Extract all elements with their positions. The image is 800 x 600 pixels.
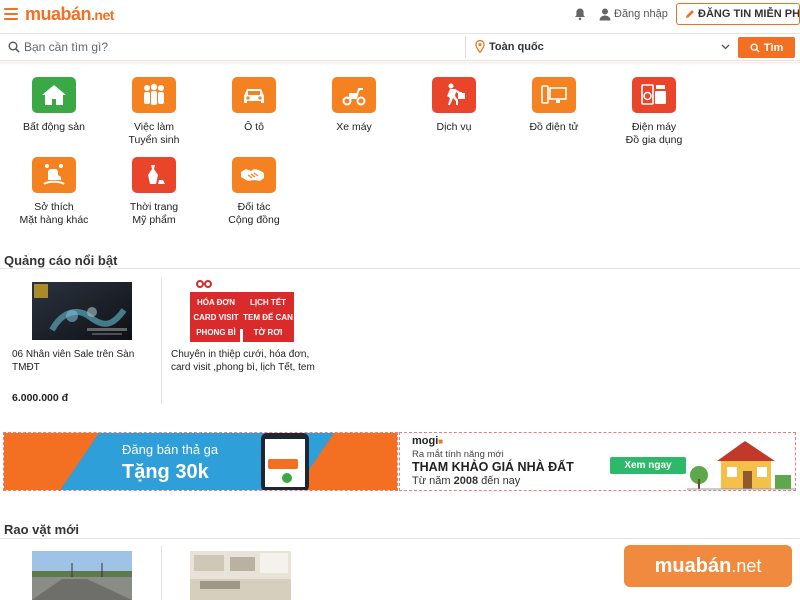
ad-price: 6.000.000 đ [12,392,69,404]
ad-img-text: TỜ RƠI [254,328,283,337]
listing-thumbnail [190,551,291,600]
car-icon [232,77,276,113]
hamburger-menu-icon[interactable] [4,8,18,20]
fashion-icon [132,157,176,193]
category-label: Bất động sản [23,121,85,133]
search-bar: Toàn quốc Tìm [0,33,800,61]
category-label: Xe máy [336,121,372,133]
listing-card[interactable] [162,540,322,600]
bell-icon[interactable] [573,7,587,21]
house-illustration-icon [687,441,795,490]
scooter-icon [332,77,376,113]
category-label: Việc làm Tuyển sinh [128,121,180,146]
delivery-icon [432,77,476,113]
ad-title: Chuyên in thiệp cưới, hóa đơn, card visi… [171,349,315,373]
category-jobs[interactable]: Việc làm Tuyển sinh [104,77,204,147]
category-hobbies[interactable]: Sở thích Mặt hàng khác [4,157,104,227]
new-listings-title: Rao vặt mới [4,522,79,537]
category-services[interactable]: Dịch vụ [404,77,504,134]
post-free-ad-button[interactable]: ĐĂNG TIN MIỄN PHÍ [676,3,800,25]
login-link[interactable]: Đăng nhập [614,8,668,20]
promo-banner-right[interactable]: mogi■ Ra mắt tính năng mới THAM KHẢO GIÁ… [399,432,796,491]
search-divider [465,36,466,58]
category-partners[interactable]: Đối tác Cộng đồng [204,157,304,227]
chevron-down-icon[interactable] [721,44,730,50]
banner-line1: Đăng bán thả ga [122,442,219,457]
search-button[interactable]: Tìm [738,37,795,58]
house-icon [32,77,76,113]
user-icon [599,8,611,21]
handshake-icon [232,157,276,193]
category-cars[interactable]: Ô tô [204,77,304,134]
category-fashion[interactable]: Thời trang Mỹ phẩm [104,157,204,227]
banner-right-line3: Từ năm 2008 đến nay [412,475,521,487]
view-now-button[interactable]: Xem ngay [610,457,686,474]
listing-thumbnail [32,551,132,600]
search-button-icon [750,43,760,53]
category-label: Đối tác Cộng đồng [228,201,280,226]
featured-ad-card[interactable]: HÓA ĐƠN LỊCH TẾT CARD VISIT TEM ĐẾ CAN P… [162,270,322,410]
featured-ad-card[interactable]: 06 Nhân viên Sale trên Sàn TMĐT 6.000.00… [0,270,160,410]
people-icon [132,77,176,113]
banner-right-line2: THAM KHẢO GIÁ NHÀ ĐẤT [412,460,574,474]
top-header: muabán.net Đăng nhập ĐĂNG TIN MIỄN PHÍ [0,0,800,30]
ad-img-text: PHONG BÌ [196,328,236,337]
category-label: Đồ điện tử [529,121,579,133]
category-label: Dịch vụ [436,121,472,133]
mogi-logo: mogi■ [412,435,444,447]
ad-title: 06 Nhân viên Sale trên Sàn TMĐT [12,349,135,373]
search-button-label: Tìm [763,41,784,54]
location-select[interactable]: Toàn quốc [489,41,544,53]
category-label: Sở thích Mặt hàng khác [19,201,89,226]
category-motorbikes[interactable]: Xe máy [304,77,404,134]
ad-img-text: CARD VISIT [193,313,238,322]
category-electronics[interactable]: Đồ điện tử [504,77,604,134]
site-logo[interactable]: muabán.net [25,4,114,25]
location-pin-icon [475,40,485,53]
toy-horse-icon [32,157,76,193]
category-appliances[interactable]: Điện máy Đồ gia dụng [604,77,704,147]
promo-banner-left[interactable]: Đăng bán thả ga Tặng 30k [3,432,398,491]
appliance-icon [632,77,676,113]
listing-card[interactable] [0,540,160,600]
banner-line2: Tặng 30k [122,461,209,483]
section-divider [0,538,800,539]
electronics-icon [532,77,576,113]
category-label: Điện máy Đồ gia dụng [625,121,683,146]
banner-right-line1: Ra mắt tính năng mới [412,449,504,460]
ad-img-text: HÓA ĐƠN [197,298,235,307]
section-divider [0,268,800,269]
ad-thumbnail [32,282,132,340]
category-real-estate[interactable]: Bất động sản [4,77,104,134]
ad-thumbnail: HÓA ĐƠN LỊCH TẾT CARD VISIT TEM ĐẾ CAN P… [190,280,294,342]
search-icon [8,41,20,53]
category-label: Thời trang Mỹ phẩm [129,201,179,226]
pencil-icon [686,10,694,18]
header-shadow [0,62,800,65]
ad-img-text: TEM ĐẾ CAN [243,312,293,322]
post-button-label: ĐĂNG TIN MIỄN PHÍ [698,8,800,20]
search-input[interactable] [24,38,454,56]
muaban-watermark: muabán .net [624,545,792,587]
ad-img-text: LỊCH TẾT [250,297,286,307]
featured-section-title: Quảng cáo nổi bật [4,253,118,268]
category-label: Ô tô [244,121,264,133]
